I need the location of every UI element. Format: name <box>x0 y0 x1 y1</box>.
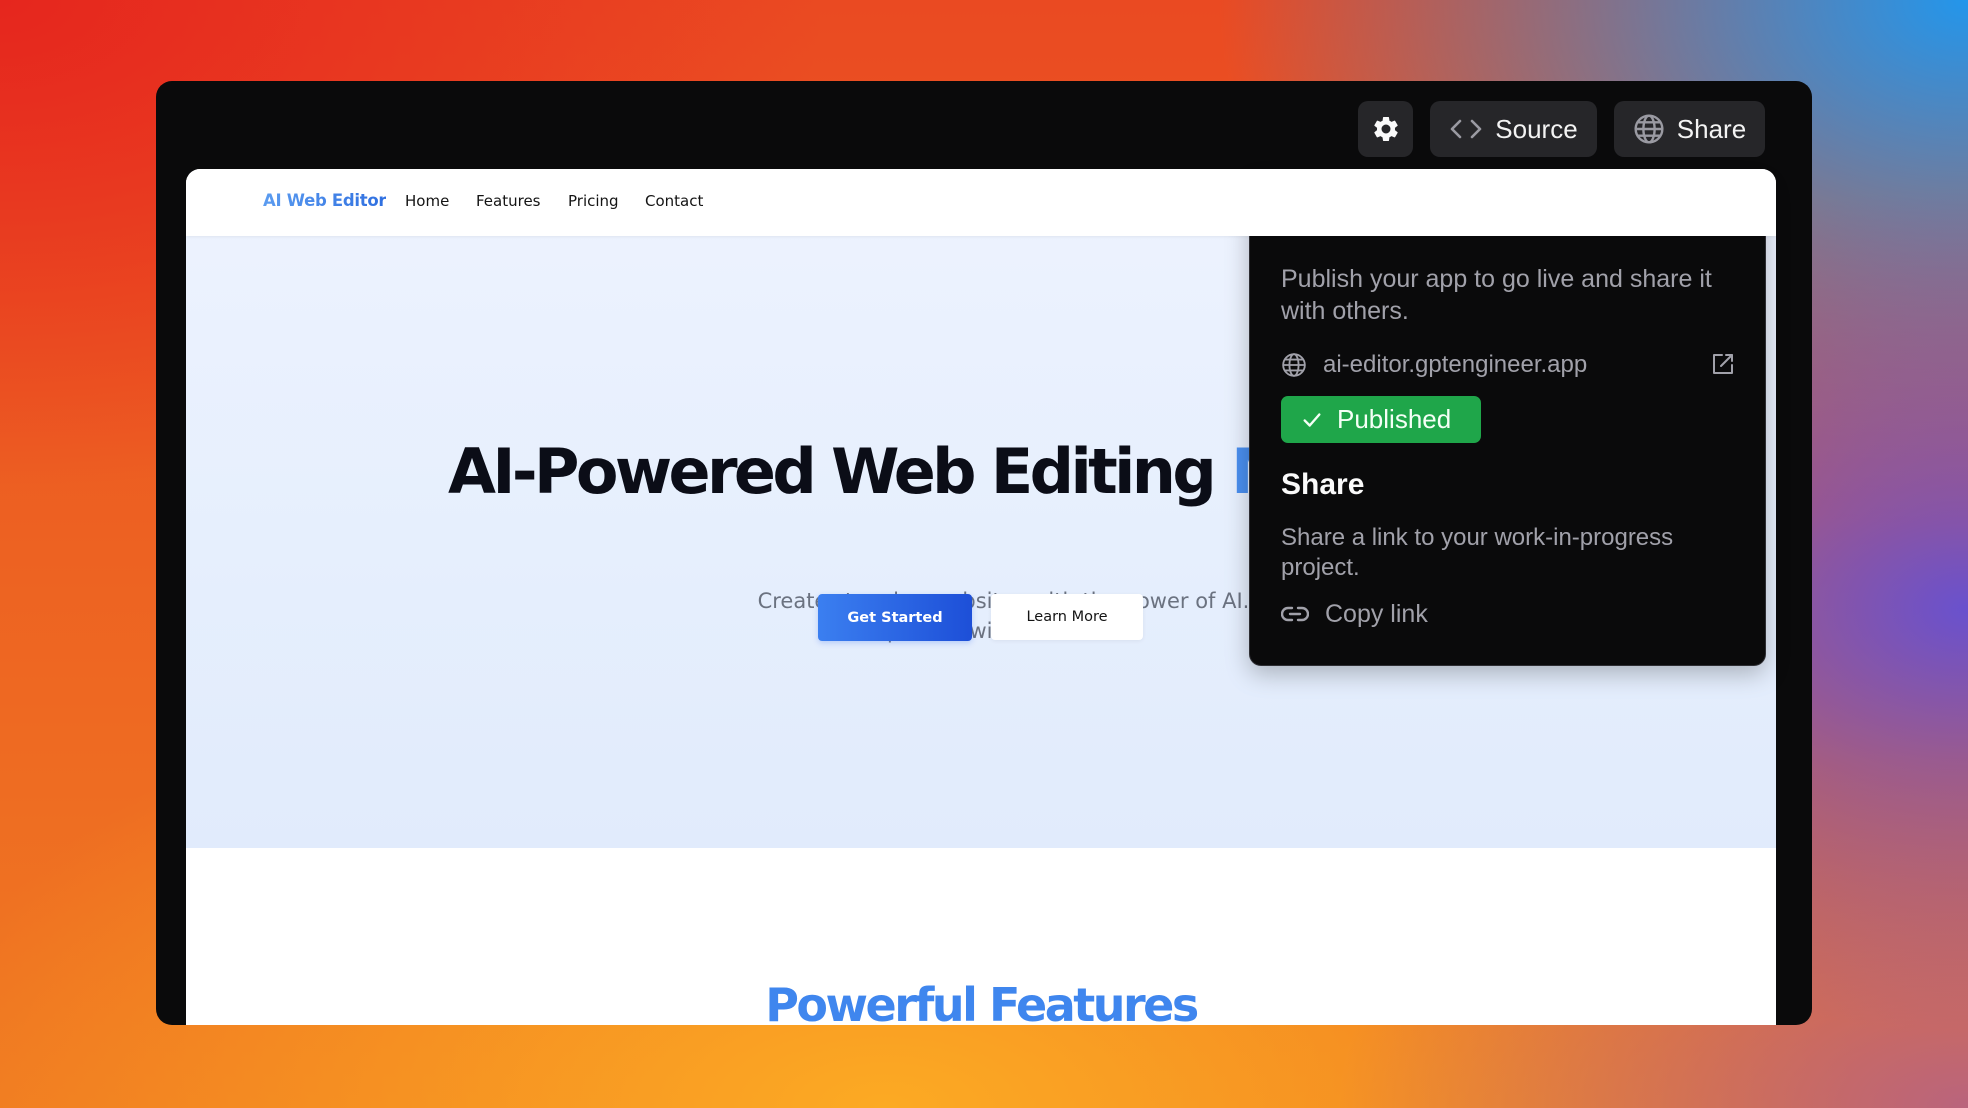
published-url-link[interactable]: ai-editor.gptengineer.app <box>1323 351 1587 379</box>
link-icon <box>1281 606 1309 622</box>
gear-icon <box>1373 116 1398 141</box>
site-navbar: AI Web Editor Home Features Pricing Cont… <box>186 169 1776 236</box>
learn-more-button[interactable]: Learn More <box>991 594 1143 640</box>
share-description: Share a link to your work-in-progress pr… <box>1281 524 1674 581</box>
hero-title-main: AI-Powered Web Editing <box>448 435 1217 508</box>
source-label: Source <box>1495 113 1578 144</box>
check-icon <box>1303 412 1321 427</box>
share-label: Share <box>1676 113 1747 144</box>
published-status-badge: Published <box>1281 396 1481 443</box>
publish-description: Publish your app to go live and share it… <box>1281 265 1712 325</box>
copy-link-label: Copy link <box>1325 599 1428 628</box>
copy-link-button[interactable]: Copy link <box>1281 597 1428 631</box>
globe-icon <box>1634 114 1664 144</box>
share-heading: Share <box>1281 468 1365 501</box>
settings-button[interactable] <box>1358 101 1413 157</box>
source-button[interactable]: Source <box>1430 101 1597 157</box>
site-logo[interactable]: AI Web Editor <box>263 191 387 210</box>
features-heading: Powerful Features <box>765 978 1199 1025</box>
nav-link-home[interactable]: Home <box>405 192 449 210</box>
share-button[interactable]: Share <box>1614 101 1765 157</box>
external-link-icon <box>1713 354 1733 374</box>
nav-link-contact[interactable]: Contact <box>645 192 703 210</box>
app-window: Source Share AI Web Editor Home Features… <box>156 81 1812 1025</box>
globe-icon <box>1282 353 1306 377</box>
nav-link-features[interactable]: Features <box>476 192 541 210</box>
hero-title: AI-Powered Web Editing M <box>448 441 1293 503</box>
get-started-button[interactable]: Get Started <box>818 594 972 641</box>
code-brackets-icon <box>1450 119 1482 139</box>
published-status-label: Published <box>1337 404 1452 434</box>
nav-link-pricing[interactable]: Pricing <box>568 192 619 210</box>
publish-share-popover: Publish Publish your app to go live and … <box>1249 177 1766 666</box>
open-url-button[interactable] <box>1711 352 1735 381</box>
published-url-row: ai-editor.gptengineer.app <box>1281 348 1735 382</box>
